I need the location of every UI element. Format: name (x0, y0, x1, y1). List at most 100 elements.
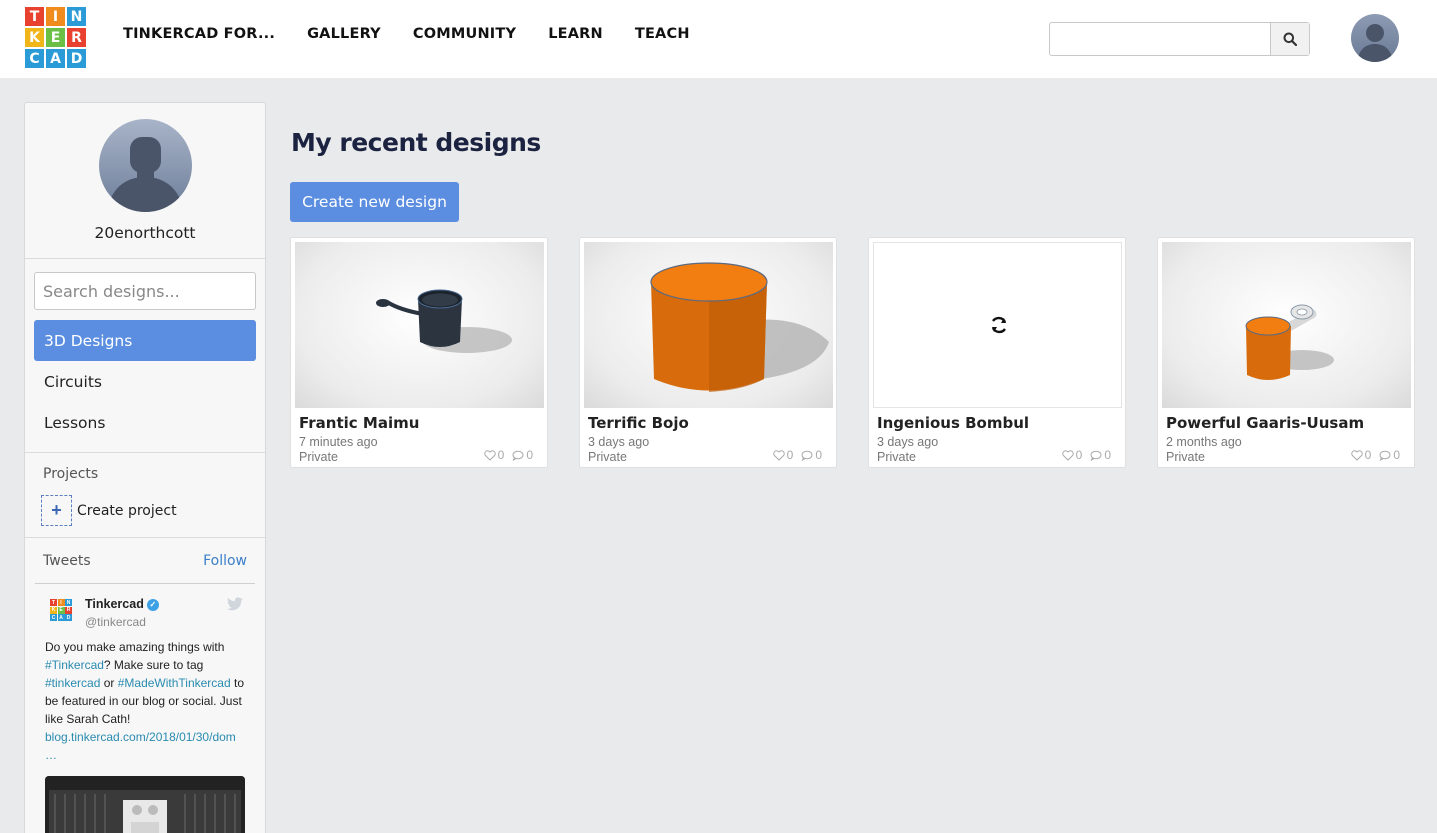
design-privacy: Private (877, 450, 916, 464)
twitter-bird-icon[interactable] (227, 597, 243, 611)
sidebar-item-lessons[interactable]: Lessons (34, 402, 256, 443)
search-designs-input[interactable]: Search designs... (34, 272, 256, 310)
tweet-author-name[interactable]: Tinkercad ✓ (85, 597, 159, 611)
search-icon (1283, 32, 1297, 46)
logo-letter: I (57, 599, 65, 606)
create-project-button[interactable]: + Create project (41, 495, 177, 526)
person-silhouette-icon (107, 137, 184, 212)
top-search-box (1049, 22, 1310, 56)
tweet-image[interactable] (45, 776, 245, 833)
design-thumbnail[interactable] (584, 242, 833, 408)
watering-can-model (376, 289, 512, 353)
logo-letter: C (25, 49, 44, 68)
top-search-input[interactable] (1050, 23, 1271, 55)
design-card[interactable]: Powerful Gaaris-Uusam 2 months ago Priva… (1157, 237, 1415, 468)
nav-gallery[interactable]: GALLERY (307, 26, 381, 42)
design-title[interactable]: Powerful Gaaris-Uusam (1166, 414, 1364, 432)
design-card[interactable]: Frantic Maimu 7 minutes ago Private 0 0 (290, 237, 548, 468)
heart-icon (483, 449, 496, 461)
nav-teach[interactable]: TEACH (635, 26, 690, 42)
nav-community[interactable]: COMMUNITY (413, 26, 516, 42)
design-time: 7 minutes ago (299, 435, 378, 449)
design-privacy: Private (588, 450, 627, 464)
person-silhouette-icon (1357, 24, 1393, 62)
logo-letter: T (50, 599, 57, 606)
user-avatar[interactable] (1351, 14, 1399, 62)
comments: 0 (801, 448, 822, 462)
design-time: 2 months ago (1166, 435, 1242, 449)
comments-count: 0 (526, 448, 533, 462)
likes-count: 0 (1075, 448, 1083, 462)
hashtag-link[interactable]: #Tinkercad (45, 658, 104, 672)
sidebar-item-circuits[interactable]: Circuits (34, 361, 256, 402)
hashtag-link[interactable]: #MadeWithTinkercad (118, 676, 231, 690)
divider (35, 583, 255, 584)
follow-link[interactable]: Follow (203, 553, 247, 569)
nav-learn[interactable]: LEARN (548, 26, 603, 42)
likes: 0 (1061, 448, 1083, 462)
design-stats: 0 0 (1350, 448, 1400, 462)
comments-count: 0 (1393, 448, 1400, 462)
logo-letter: T (25, 7, 44, 26)
blog-link[interactable]: blog.tinkercad.com/2018/01/30/dom … (45, 730, 236, 762)
heart-icon (1061, 449, 1074, 461)
create-project-label: Create project (77, 502, 177, 519)
tweet-handle[interactable]: @tinkercad (85, 615, 146, 629)
comments-count: 0 (1104, 448, 1111, 462)
cup-with-handle-model (1245, 304, 1334, 380)
cylinder-model (650, 262, 829, 392)
tweet-text-part: Do you make amazing things with (45, 640, 225, 654)
tweet-author-label: Tinkercad (85, 597, 144, 611)
top-navigation-bar: T I N K E R C A D TINKERCAD FOR... GALLE… (0, 0, 1437, 78)
design-time: 3 days ago (588, 435, 650, 449)
likes-count: 0 (497, 448, 505, 462)
design-title[interactable]: Ingenious Bombul (877, 414, 1029, 432)
plus-icon: + (41, 495, 72, 526)
tinkercad-tweet-logo[interactable]: T I N K E R C A D (50, 599, 72, 621)
tweet-text-part: ? Make sure to tag (103, 658, 204, 672)
logo-letter: A (46, 49, 65, 68)
divider (25, 537, 265, 538)
design-thumbnail[interactable] (295, 242, 544, 408)
likes: 0 (483, 448, 505, 462)
logo-letter: C (50, 614, 57, 621)
comment-icon (1379, 450, 1391, 461)
likes: 0 (1350, 448, 1372, 462)
design-title[interactable]: Terrific Bojo (588, 414, 689, 432)
likes-count: 0 (1364, 448, 1372, 462)
logo-letter: N (65, 599, 72, 606)
design-privacy: Private (299, 450, 338, 464)
comments-count: 0 (815, 448, 822, 462)
sidebar-item-3d-designs[interactable]: 3D Designs (34, 320, 256, 361)
nav-tinkercad-for[interactable]: TINKERCAD FOR... (123, 26, 275, 42)
profile-avatar[interactable] (99, 119, 192, 212)
profile-username[interactable]: 20enorthcott (25, 224, 265, 242)
main-nav: TINKERCAD FOR... GALLERY COMMUNITY LEARN… (123, 26, 722, 42)
logo-letter: N (67, 7, 86, 26)
tweet-image-content (45, 776, 245, 833)
logo-letter: D (67, 49, 86, 68)
design-thumbnail[interactable] (873, 242, 1122, 408)
hashtag-link[interactable]: #tinkercad (45, 676, 100, 690)
comment-icon (1090, 450, 1102, 461)
logo-letter: K (25, 28, 44, 47)
page-title: My recent designs (291, 128, 541, 157)
divider (25, 258, 265, 259)
tweet-text: Do you make amazing things with #Tinkerc… (45, 638, 250, 764)
design-title[interactable]: Frantic Maimu (299, 414, 419, 432)
comment-icon (512, 450, 524, 461)
refresh-icon (991, 316, 1007, 334)
top-search-button[interactable] (1270, 23, 1309, 55)
comment-icon (801, 450, 813, 461)
design-thumbnail[interactable] (1162, 242, 1411, 408)
design-stats: 0 0 (772, 448, 822, 462)
design-card[interactable]: Ingenious Bombul 3 days ago Private 0 0 (868, 237, 1126, 468)
heart-icon (772, 449, 785, 461)
logo-letter: I (46, 7, 65, 26)
design-time: 3 days ago (877, 435, 939, 449)
design-card[interactable]: Terrific Bojo 3 days ago Private 0 0 (579, 237, 837, 468)
logo-letter: E (57, 606, 65, 614)
create-new-design-button[interactable]: Create new design (290, 182, 459, 222)
logo-letter: R (65, 606, 72, 614)
tinkercad-logo[interactable]: T I N K E R C A D (25, 7, 86, 68)
